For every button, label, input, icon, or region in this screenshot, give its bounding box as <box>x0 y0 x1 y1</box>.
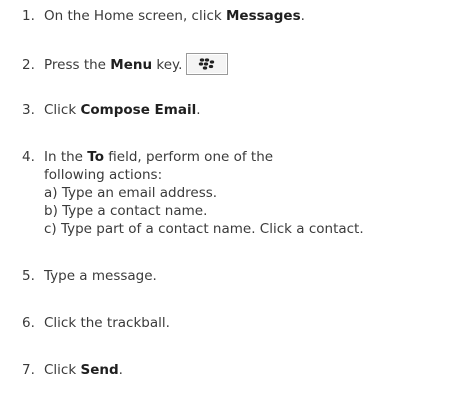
step-keyword: Compose Email <box>80 102 197 118</box>
step-number: 1. <box>22 8 35 24</box>
step-text: On the Home screen, click <box>44 8 226 24</box>
step-text-end: . <box>118 362 123 378</box>
step-text: Click <box>44 102 81 118</box>
step-number: 5. <box>22 268 35 284</box>
step-text-end: . <box>196 102 201 118</box>
step-number: 2. <box>22 57 35 73</box>
step-text-end: field, perform one of the <box>103 149 274 165</box>
step-number: 3. <box>22 102 35 118</box>
step-text: Type a message. <box>44 268 157 284</box>
step-text-end: . <box>300 8 305 24</box>
step-keyword: Send <box>80 362 119 378</box>
step-keyword: Messages <box>226 8 301 24</box>
step-text: Click <box>44 362 81 378</box>
step-text: Press the <box>44 57 111 73</box>
step-4-option-b: b) Type a contact name. <box>44 203 208 219</box>
step-text-end: key. <box>152 57 183 73</box>
step-7: 7. Click Send. <box>22 361 123 379</box>
step-2: 2. Press the Menu key. <box>22 53 229 76</box>
step-3: 3. Click Compose Email. <box>22 101 201 119</box>
step-number: 6. <box>22 315 35 331</box>
step-1: 1. On the Home screen, click Messages. <box>22 7 305 25</box>
step-number: 4. <box>22 149 35 165</box>
step-4-option-a: a) Type an email address. <box>44 185 218 201</box>
blackberry-menu-key-icon <box>186 53 229 75</box>
step-4-option-c: c) Type part of a contact name. Click a … <box>44 221 364 237</box>
step-4: 4. In the To field, perform one of the <box>22 148 273 166</box>
step-4-line: following actions: <box>44 167 163 183</box>
step-keyword: Menu <box>110 57 153 73</box>
step-text: Click the trackball. <box>44 315 170 331</box>
step-text: In the <box>44 149 88 165</box>
step-6: 6. Click the trackball. <box>22 314 170 332</box>
step-5: 5. Type a message. <box>22 267 157 285</box>
step-number: 7. <box>22 362 35 378</box>
step-keyword: To <box>87 149 104 165</box>
